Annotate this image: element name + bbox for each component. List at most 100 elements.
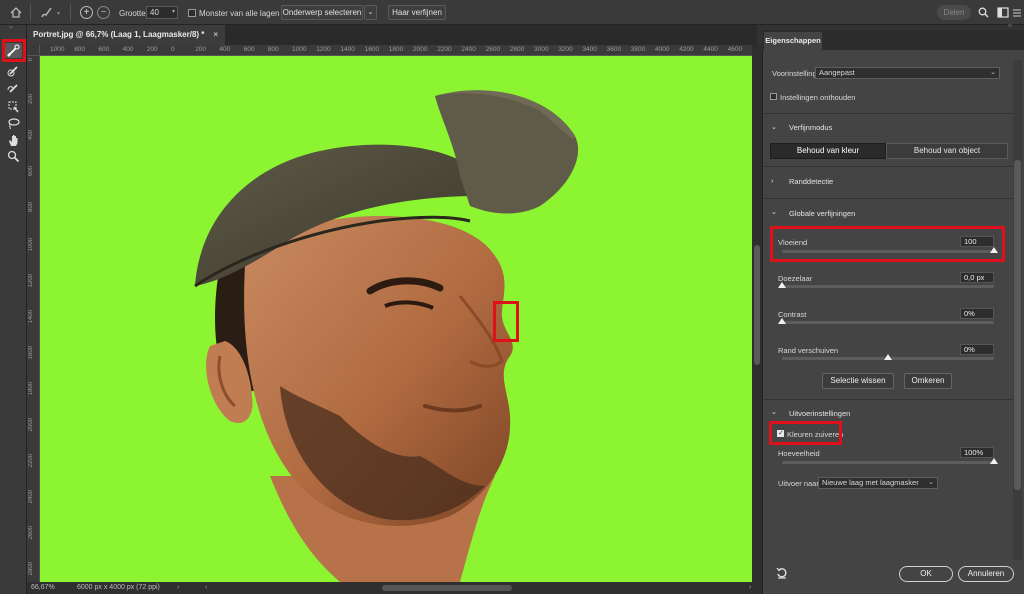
horizontal-scrollbar-thumb[interactable] [382,585,512,591]
ruler-tick-label: 1000 [292,46,307,53]
slider-thumb[interactable] [990,247,998,253]
feather-slider[interactable] [782,285,994,288]
workspace-icon[interactable] [996,6,1009,19]
divider [764,198,1014,199]
panel-menu-icon[interactable] [1012,8,1022,18]
ruler-tick-label: 600 [28,166,34,177]
contrast-value-input[interactable]: 0% [960,308,994,319]
select-subject-dropdown[interactable]: ⌄ [364,5,377,20]
remember-settings-label: Instellingen onthouden [780,93,856,102]
cancel-button[interactable]: Annuleren [958,566,1014,582]
chevron-down-icon[interactable]: ⌄ [771,123,777,131]
ok-button[interactable]: OK [899,566,953,582]
clear-selection-button[interactable]: Selectie wissen [822,373,894,389]
scroll-right-icon[interactable]: › [749,582,751,594]
document-canvas[interactable] [40,56,752,582]
feather-value-input[interactable]: 0,0 px [960,272,994,283]
ruler-tick-label: 800 [28,202,34,213]
shift-edge-value-input[interactable]: 0% [960,344,994,355]
ruler-tick-label: 1600 [28,346,34,360]
select-subject-button[interactable]: Onderwerp selecteren [281,5,363,20]
ruler-tick-label: 3200 [558,46,573,53]
ruler-tick-label: 1200 [28,274,34,288]
highlight-smooth [770,226,1005,262]
search-icon[interactable] [977,6,990,19]
collapse-panel-icon[interactable]: ›› [1008,23,1012,29]
subtract-from-selection-icon[interactable]: − [97,6,110,19]
slider-thumb[interactable] [778,282,786,288]
ruler-tick-label: 2800 [509,46,525,53]
ruler-tick-label: 2200 [28,454,34,468]
amount-label: Hoeveelheid [778,449,820,458]
remember-settings-checkbox[interactable] [770,93,777,100]
ruler-tick-label: 3400 [582,46,597,53]
output-to-select[interactable]: Nieuwe laag met laagmasker ⌄ [818,477,938,489]
ruler-tick-label: 1400 [340,46,355,53]
close-icon[interactable]: × [213,25,218,45]
edge-detection-title: Randdetectie [789,177,834,186]
brush-preset-icon[interactable] [38,5,54,20]
ruler-tick-label: 1800 [388,46,404,53]
ruler-tick-label: 3600 [606,46,622,53]
slider-thumb[interactable] [884,354,892,360]
refine-hair-button[interactable]: Haar verfijnen [388,5,446,20]
hand-icon[interactable] [5,133,22,148]
ruler-tick-label: 600 [98,46,110,53]
scroll-thumb[interactable] [754,245,760,365]
ruler-tick-label: 4400 [703,46,718,53]
ruler-tick-label: 1800 [28,382,34,396]
size-input[interactable]: 40 ▾ [146,6,178,19]
ruler-tick-label: 200 [28,94,34,105]
ruler-tick-label: 400 [122,46,134,53]
collapse-toolbar-icon[interactable]: ›› [9,25,13,31]
tools-panel: ›› [0,25,27,594]
output-settings-title: Uitvoerinstellingen [789,409,851,418]
invert-button[interactable]: Omkeren [904,373,952,389]
slider-thumb[interactable] [990,458,998,464]
add-to-selection-icon[interactable]: + [80,6,93,19]
amount-value-input[interactable]: 100% [960,447,994,458]
panel-scroll-thumb[interactable] [1014,160,1021,490]
document-tab[interactable]: Portret.jpg @ 66,7% (Laag 1, Laagmasker/… [27,25,225,45]
sample-all-layers-checkbox[interactable] [188,9,196,17]
chevron-down-icon[interactable]: ▾ [57,10,60,17]
color-aware-button[interactable]: Behoud van kleur [770,143,886,159]
ruler-tick-label: 200 [146,46,158,53]
highlight-decontaminate [769,421,842,445]
ruler-tick-label: 2000 [413,46,428,53]
ruler-tick-label: 1000 [28,238,34,252]
quick-selection-icon[interactable] [5,99,22,114]
share-button[interactable]: Delen [937,5,971,20]
preset-select[interactable]: Aangepast ⌄ [815,67,1000,79]
ruler-tick-label: 2800 [28,562,34,576]
vertical-scrollbar[interactable] [752,45,762,582]
chevron-right-icon[interactable]: › [177,582,179,594]
chevron-right-icon[interactable]: › [771,176,774,185]
amount-slider[interactable] [782,461,994,464]
divider [764,113,1014,114]
divider [764,399,1014,400]
object-aware-button[interactable]: Behoud van object [886,143,1008,159]
tab-properties[interactable]: Eigenschappen [764,32,822,50]
reset-icon[interactable] [775,566,789,580]
object-selection-icon[interactable] [5,81,22,96]
ruler-tick-label: 2600 [28,526,34,540]
ruler-tick-label: 600 [243,46,255,53]
highlight-refine-edge-brush [2,39,26,62]
panel-scrollbar[interactable] [1013,60,1022,560]
contrast-slider[interactable] [782,321,994,324]
horizontal-ruler: 1000 800 600 400 200 0 200 400 600 800 1000 1200 140… [40,45,752,56]
chevron-down-icon[interactable]: ⌄ [771,408,777,416]
ruler-tick-label: 4000 [655,46,670,53]
home-icon[interactable] [8,5,24,20]
zoom-level[interactable]: 66,67% [31,582,55,594]
slider-thumb[interactable] [778,318,786,324]
document-dimensions: 6000 px x 4000 px (72 ppi) [77,584,160,591]
scroll-left-icon[interactable]: ‹ [205,582,207,594]
ruler-tick-label: 2400 [461,46,476,53]
chevron-down-icon[interactable]: ⌄ [771,208,777,216]
brush-tool-icon[interactable] [5,63,22,78]
lasso-icon[interactable] [5,116,22,131]
ruler-tick-label: 3000 [534,46,549,53]
zoom-tool-icon[interactable] [5,149,22,164]
